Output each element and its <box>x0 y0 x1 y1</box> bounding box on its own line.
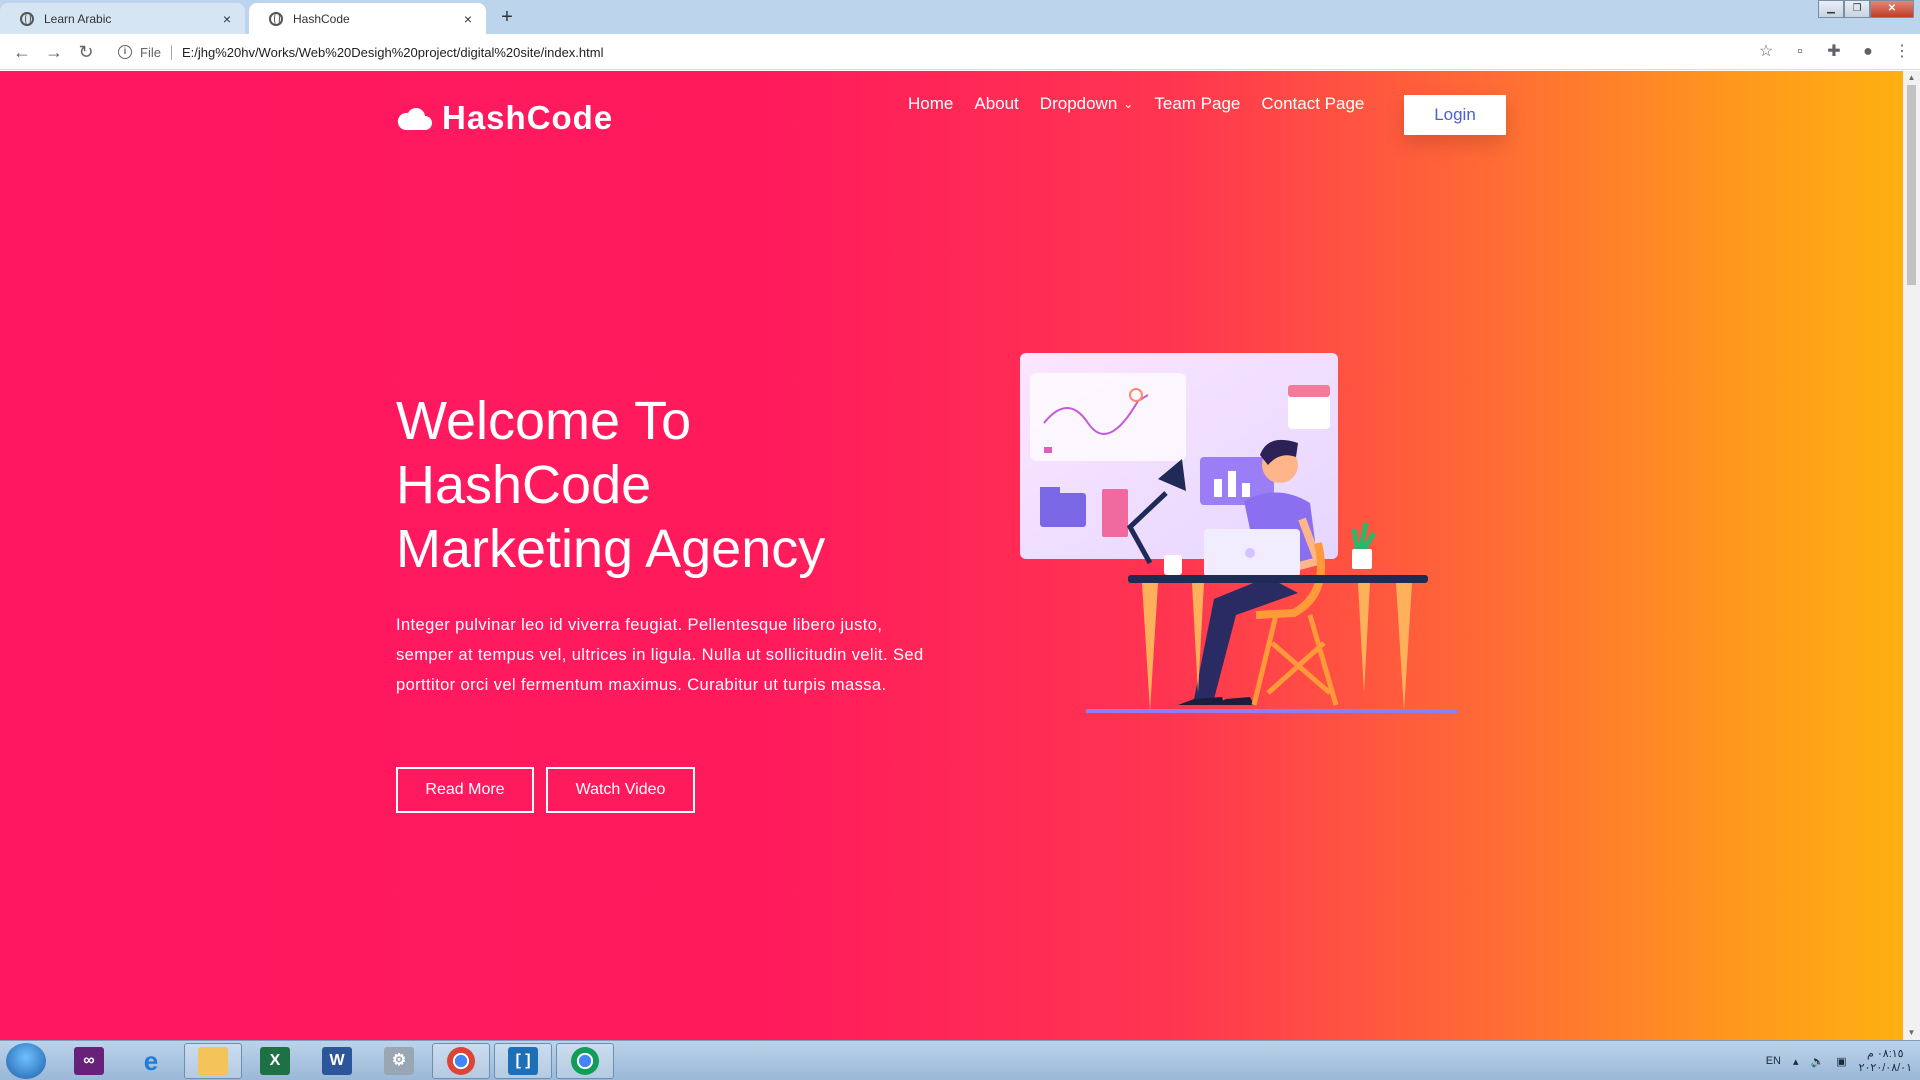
close-icon[interactable]: × <box>219 11 235 27</box>
brackets-icon[interactable]: [ ] <box>494 1043 552 1079</box>
cloud-icon <box>397 108 432 130</box>
tray-arrow-icon[interactable]: ▴ <box>1793 1055 1799 1068</box>
new-tab-button[interactable]: + <box>493 5 521 31</box>
excel-icon[interactable]: X <box>246 1043 304 1079</box>
language-indicator[interactable]: EN <box>1766 1055 1781 1067</box>
address-bar[interactable]: i File E:/jhg%20hv/Works/Web%20Desigh%20… <box>110 38 1790 66</box>
window-close-icon[interactable]: ✕ <box>1870 0 1914 18</box>
profile-icon[interactable]: ● <box>1858 38 1878 66</box>
tab-hashcode[interactable]: HashCode × <box>249 3 486 34</box>
login-button[interactable]: Login <box>1404 95 1506 135</box>
tab-strip: Learn Arabic × HashCode × + ▁ ❐ ✕ <box>0 0 1920 34</box>
chrome-icon[interactable] <box>432 1043 490 1079</box>
scroll-down-icon[interactable]: ▼ <box>1903 1026 1920 1040</box>
hero-description: Integer pulvinar leo id viverra feugiat.… <box>396 616 924 694</box>
window-controls: ▁ ❐ ✕ <box>1818 0 1914 18</box>
nav-dropdown[interactable]: Dropdown ⌄ <box>1040 94 1134 114</box>
maximize-icon[interactable]: ❐ <box>1844 0 1870 18</box>
system-tray: EN ▴ 🔈 ▣ ٠٨:١٥ م ٢٠٢٠/٠٨/٠١ <box>1766 1045 1912 1077</box>
info-icon[interactable]: i <box>118 45 132 59</box>
nav-about[interactable]: About <box>974 94 1018 114</box>
puzzle-icon[interactable]: ✚ <box>1824 38 1844 66</box>
clock-date: ٢٠٢٠/٠٨/٠١ <box>1858 1062 1912 1074</box>
main-nav: Home About Dropdown ⌄ Team Page Contact … <box>908 94 1385 114</box>
browser-toolbar: ← → ↻ i File E:/jhg%20hv/Works/Web%20Des… <box>0 34 1920 70</box>
hero-title-line: Welcome To <box>396 391 692 451</box>
internet-explorer-icon[interactable]: e <box>122 1043 180 1079</box>
brand-name: HashCode <box>442 99 614 136</box>
word-icon[interactable]: W <box>308 1043 366 1079</box>
windows-start-icon[interactable] <box>6 1043 46 1079</box>
visual-studio-icon[interactable]: ∞ <box>60 1043 118 1079</box>
chevron-down-icon: ⌄ <box>1123 97 1134 111</box>
hero-title-line: Marketing Agency <box>396 519 826 579</box>
extension-icon[interactable]: ▫ <box>1790 38 1810 66</box>
globe-icon <box>20 11 34 26</box>
hero-illustration <box>1020 353 1458 713</box>
nav-dropdown-label: Dropdown <box>1039 94 1118 113</box>
tab-title: HashCode <box>293 11 350 26</box>
page-viewport: HashCode Home About Dropdown ⌄ Team Page… <box>0 71 1903 1040</box>
minimize-icon[interactable]: ▁ <box>1818 0 1844 18</box>
globe-icon <box>269 11 283 26</box>
nav-team-page[interactable]: Team Page <box>1154 94 1240 114</box>
tab-learn-arabic[interactable]: Learn Arabic × <box>0 3 245 34</box>
address-scheme: File <box>140 44 172 60</box>
clock[interactable]: ٠٨:١٥ م ٢٠٢٠/٠٨/٠١ <box>1859 1047 1912 1075</box>
nav-home[interactable]: Home <box>908 94 953 114</box>
volume-icon[interactable]: 🔈 <box>1811 1055 1825 1068</box>
read-more-button[interactable]: Read More <box>396 767 534 813</box>
reload-icon[interactable]: ↻ <box>70 36 102 68</box>
forward-icon[interactable]: → <box>38 36 70 68</box>
star-icon[interactable]: ☆ <box>1756 38 1776 66</box>
page-scrollbar[interactable]: ▲ ▼ <box>1903 71 1920 1040</box>
nav-contact-page[interactable]: Contact Page <box>1261 94 1364 114</box>
scrollbar-thumb[interactable] <box>1907 85 1916 285</box>
clock-time: ٠٨:١٥ م <box>1867 1048 1904 1060</box>
back-icon[interactable]: ← <box>6 36 38 68</box>
file-explorer-icon[interactable] <box>184 1043 242 1079</box>
close-icon[interactable]: × <box>460 11 476 27</box>
toolbar-actions: ☆ ▫ ✚ ● ⋮ <box>1756 38 1912 66</box>
watch-video-button[interactable]: Watch Video <box>546 767 695 813</box>
hero-title-line: HashCode <box>396 455 652 515</box>
chrome-icon[interactable] <box>556 1043 614 1079</box>
hero-title: Welcome To HashCode Marketing Agency <box>396 389 956 581</box>
scroll-up-icon[interactable]: ▲ <box>1903 71 1920 85</box>
menu-icon[interactable]: ⋮ <box>1892 38 1912 66</box>
tab-title: Learn Arabic <box>44 11 112 26</box>
address-url[interactable]: E:/jhg%20hv/Works/Web%20Desigh%20project… <box>182 45 604 60</box>
site-logo[interactable]: HashCode <box>396 99 613 137</box>
windows-taskbar: ∞ e X W ⚙ [ ] EN ▴ 🔈 ▣ ٠٨:١٥ م ٢٠٢٠/٠٨/٠… <box>0 1040 1920 1080</box>
network-icon[interactable]: ▣ <box>1836 1055 1846 1068</box>
setup-tool-icon[interactable]: ⚙ <box>370 1043 428 1079</box>
